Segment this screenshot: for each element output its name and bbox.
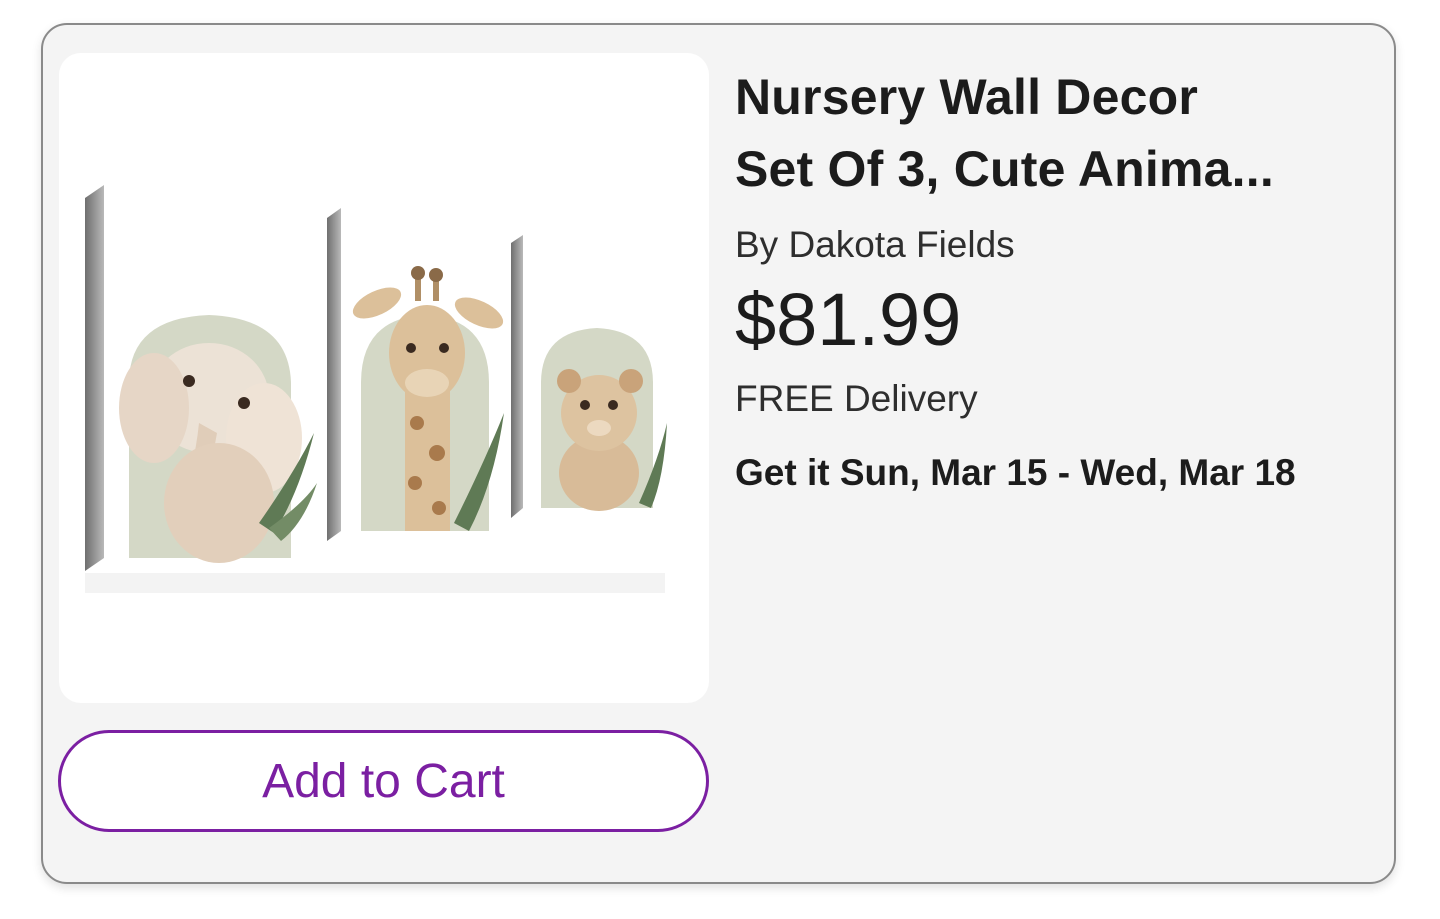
product-brand[interactable]: By Dakota Fields [735,223,1375,267]
add-to-cart-button[interactable]: Add to Cart [58,730,709,832]
product-image[interactable] [59,53,709,703]
product-info: Nursery Wall Decor Set Of 3, Cute Anima.… [735,61,1375,495]
product-price: $81.99 [735,278,962,361]
product-title[interactable]: Nursery Wall Decor Set Of 3, Cute Anima.… [735,61,1375,205]
lion-canvas [511,235,667,518]
elephant-canvas [85,185,317,571]
product-card[interactable]: Add to Cart Nursery Wall Decor Set Of 3,… [41,23,1396,884]
product-title-line1: Nursery Wall Decor [735,69,1199,125]
giraffe-canvas [327,208,509,541]
nursery-canvas-art-icon [85,185,667,593]
delivery-label: FREE Delivery [735,378,978,419]
delivery-eta: Get it Sun, Mar 15 - Wed, Mar 18 [735,452,1296,493]
product-title-line2: Set Of 3, Cute Anima... [735,141,1274,197]
